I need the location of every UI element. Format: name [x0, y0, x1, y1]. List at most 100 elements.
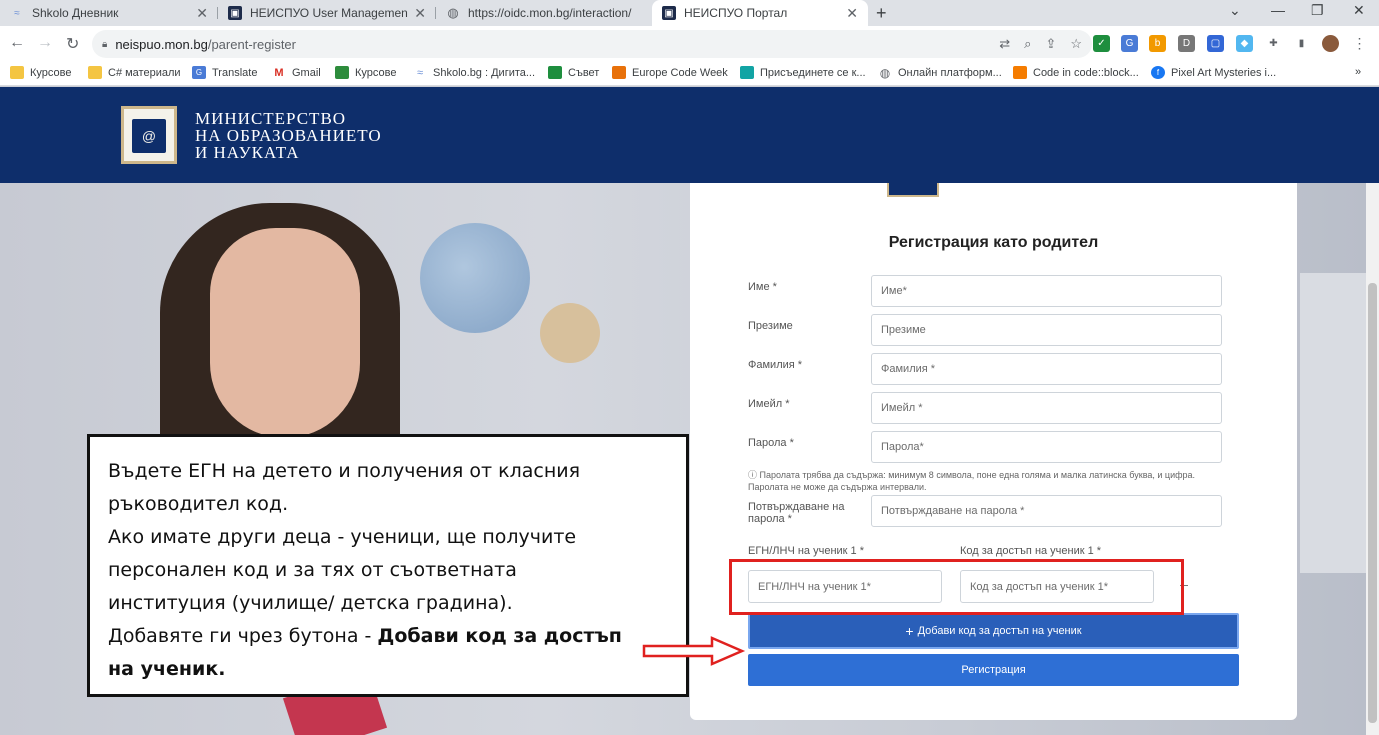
page-scrollbar[interactable]: [1366, 183, 1379, 735]
browser-tab-strip: ≈ Shkolo Дневник ✕ ▣ НЕИСПУО User Manage…: [0, 0, 1379, 26]
callout-line: Добавяте ги чрез бутона - Добави код за …: [108, 620, 670, 653]
bookmark-item[interactable]: f Pixel Art Mysteries i...: [1151, 66, 1276, 79]
pointer-arrow-icon: [642, 636, 746, 666]
share-icon[interactable]: ⇪: [1045, 36, 1056, 52]
first-name-field[interactable]: [871, 275, 1222, 307]
translate-extension-icon[interactable]: G: [1121, 35, 1138, 52]
add-access-code-label: Добави код за достъп на ученик: [917, 625, 1082, 637]
tab-shkolo[interactable]: ≈ Shkolo Дневник ✕: [0, 0, 218, 26]
bookmark-item[interactable]: Съвет: [548, 66, 599, 79]
register-button[interactable]: Регистрация: [748, 654, 1239, 686]
confirm-password-field[interactable]: [871, 495, 1222, 527]
callout-line: персонален код и за тях от съответната: [108, 559, 517, 581]
register-button-label: Регистрация: [961, 664, 1026, 676]
bookmark-item[interactable]: ◍ Онлайн платформ...: [878, 65, 1002, 80]
tab-oidc[interactable]: ◍ https://oidc.mon.bg/interaction/: [436, 0, 650, 26]
confirm-password-label: Потвърждаване на парола *: [748, 501, 845, 525]
book-icon: @: [132, 119, 166, 153]
tab-search-icon[interactable]: ⌄: [1229, 2, 1241, 19]
ministry-name-line: НА ОБРАЗОВАНИЕТО: [195, 126, 382, 145]
middle-name-label: Презиме: [748, 320, 793, 332]
password-field[interactable]: [871, 431, 1222, 463]
bookmark-label: Gmail: [292, 66, 321, 79]
callout-line: Ако имате други деца - ученици, ще получ…: [108, 526, 577, 548]
menu-kebab-icon[interactable]: ⋮: [1351, 35, 1368, 52]
join-icon: [740, 66, 754, 79]
restore-icon[interactable]: ❐: [1311, 2, 1324, 19]
callout-line: Въдете ЕГН на детето и получения от клас…: [108, 460, 581, 482]
check-extension-icon[interactable]: ✓: [1093, 35, 1110, 52]
bookmark-item[interactable]: Присъединете се к...: [740, 66, 866, 79]
close-icon[interactable]: ✕: [846, 5, 858, 22]
back-icon[interactable]: ←: [9, 34, 25, 52]
info-icon: ⓘ: [748, 470, 760, 480]
screen-extension-icon[interactable]: ▢: [1207, 35, 1224, 52]
bookmark-item[interactable]: Курсове: [10, 66, 71, 79]
gmail-icon: M: [272, 66, 286, 79]
close-icon[interactable]: ✕: [414, 5, 426, 22]
add-access-code-button[interactable]: + Добави код за достъп на ученик: [748, 613, 1239, 649]
translate-icon[interactable]: ⇄: [999, 36, 1010, 52]
bookmark-item[interactable]: Europe Code Week: [612, 66, 728, 79]
more-icon: »: [1355, 66, 1362, 78]
instruction-callout: Въдете ЕГН на детето и получения от клас…: [87, 434, 689, 697]
bookmark-item[interactable]: M Gmail: [272, 66, 321, 79]
tab-title: https://oidc.mon.bg/interaction/: [468, 6, 632, 20]
bookmark-item[interactable]: C# материали: [88, 66, 181, 79]
email-label: Имейл *: [748, 398, 790, 410]
bookmark-label: Курсове: [30, 66, 72, 79]
globe-icon: ◍: [447, 5, 459, 20]
profile-avatar[interactable]: [1322, 35, 1339, 52]
reload-icon[interactable]: ↻: [66, 34, 79, 54]
shelf-decoration: [1300, 273, 1366, 573]
bookmark-item[interactable]: Курсове: [335, 66, 396, 79]
b-extension-icon[interactable]: b: [1149, 35, 1166, 52]
neispuo-icon: ▣: [662, 6, 676, 20]
bookmark-item[interactable]: G Translate: [192, 66, 257, 79]
lock-icon: 🔒︎: [102, 38, 108, 50]
bookmark-star-icon[interactable]: ☆: [1070, 36, 1082, 52]
plus-icon: +: [905, 623, 914, 639]
ministry-logo[interactable]: @: [121, 106, 177, 164]
email-field[interactable]: [871, 392, 1222, 424]
diamond-extension-icon[interactable]: ◆: [1236, 35, 1253, 52]
bookmark-label: Translate: [212, 66, 258, 79]
last-name-label: Фамилия *: [748, 359, 803, 371]
callout-emphasis: на ученик: [108, 658, 219, 680]
tab-title: НЕИСПУО Портал: [684, 6, 788, 20]
middle-name-field[interactable]: [871, 314, 1222, 346]
d-extension-icon[interactable]: D: [1178, 35, 1195, 52]
close-icon[interactable]: ✕: [196, 5, 208, 22]
address-bar[interactable]: 🔒︎ neispuo.mon.bg/parent-register ⇄ ⌕ ⇪ …: [92, 30, 1092, 58]
bookmark-label: C# материали: [108, 66, 181, 79]
codeweek-icon: [612, 66, 626, 79]
forward-icon[interactable]: →: [37, 34, 53, 52]
classroom-icon: [335, 66, 349, 79]
minimize-icon[interactable]: —: [1271, 2, 1285, 18]
tab-neispuo-portal[interactable]: ▣ НЕИСПУО Портал ✕: [652, 0, 868, 26]
meet-icon: [548, 66, 562, 79]
zoom-icon[interactable]: ⌕: [1024, 36, 1031, 52]
page-title: Регистрация като родител: [888, 234, 1099, 251]
globe-decoration: [420, 223, 530, 333]
callout-text: .: [218, 658, 226, 680]
close-window-icon[interactable]: ✕: [1353, 2, 1365, 19]
bookmark-item[interactable]: Code in code::block...: [1013, 66, 1139, 79]
tab-title: НЕИСПУО User Management: [250, 6, 409, 20]
shkolo-icon: ≈: [413, 66, 427, 79]
side-panel-icon[interactable]: ▮: [1293, 35, 1310, 52]
bookmark-label: Съвет: [568, 66, 600, 79]
bookmark-label: Code in code::block...: [1033, 66, 1139, 79]
extensions-puzzle-icon[interactable]: ✚: [1265, 35, 1282, 52]
folder-icon: [10, 66, 24, 79]
last-name-field[interactable]: [871, 353, 1222, 385]
new-tab-icon[interactable]: +: [876, 3, 887, 24]
scrollbar-thumb[interactable]: [1368, 283, 1377, 723]
globe-icon: ◍: [878, 65, 892, 80]
bookmark-item[interactable]: ≈ Shkolo.bg : Дигита...: [413, 66, 535, 79]
bookmark-label: Pixel Art Mysteries i...: [1171, 66, 1277, 79]
password-hint-text: Паролата трябва да съдържа: минимум 8 си…: [748, 470, 1196, 492]
shkolo-icon: ≈: [14, 7, 20, 19]
tab-user-management[interactable]: ▣ НЕИСПУО User Management ✕: [218, 0, 436, 26]
bookmarks-overflow[interactable]: »: [1355, 66, 1361, 78]
